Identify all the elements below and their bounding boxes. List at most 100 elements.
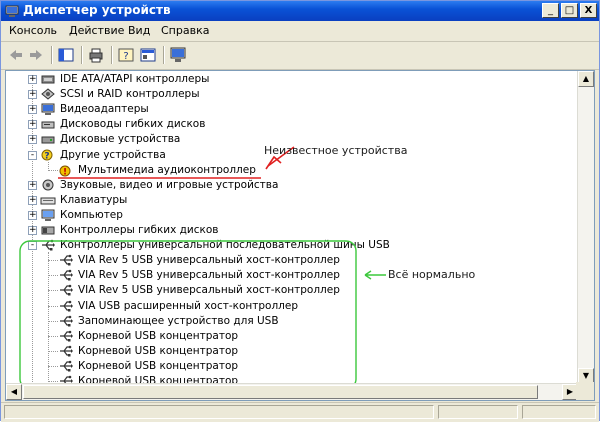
usb-connector bbox=[48, 252, 49, 381]
computer-scan-icon[interactable] bbox=[169, 46, 187, 64]
unknown-device-note: Неизвестное устройства bbox=[264, 144, 408, 157]
tree-device-row[interactable]: VIA Rev 5 USB универсальный хост-контрол… bbox=[6, 268, 566, 283]
tree-device-row[interactable]: Корневой USB концентратор bbox=[6, 359, 566, 374]
forward-arrow-icon[interactable] bbox=[27, 46, 45, 64]
menu-action[interactable]: Действие bbox=[69, 24, 124, 37]
tree-item-label: Другие устройства bbox=[60, 148, 166, 161]
collapse-toggle[interactable]: - bbox=[28, 241, 37, 251]
sound-device-icon bbox=[42, 179, 54, 191]
tree-item-label: Контроллеры гибких дисков bbox=[60, 224, 219, 236]
expand-toggle[interactable]: + bbox=[28, 210, 37, 220]
tree-branch-line bbox=[48, 290, 58, 292]
tree-device-row[interactable]: VIA USB расширенный хост-контроллер bbox=[6, 299, 566, 314]
title-bar[interactable]: Диспетчер устройств _ □ X bbox=[1, 1, 599, 21]
ide-controller-icon bbox=[41, 75, 55, 84]
keyboard-icon bbox=[40, 197, 56, 205]
tree-branch-line bbox=[48, 320, 58, 322]
tree-branch-line bbox=[48, 350, 58, 352]
expand-toggle[interactable]: + bbox=[28, 135, 37, 145]
usb-device-icon bbox=[60, 330, 73, 342]
tree-category-row[interactable]: + Дисководы гибких дисков bbox=[6, 117, 566, 132]
tree-category-row[interactable]: + Видеоадаптеры bbox=[6, 102, 566, 117]
expand-toggle[interactable]: + bbox=[28, 90, 37, 100]
tree-branch-line bbox=[48, 169, 58, 171]
tree-branch-line bbox=[48, 335, 58, 337]
scroll-left-button[interactable]: ◀ bbox=[6, 384, 22, 400]
minimize-button[interactable]: _ bbox=[542, 3, 559, 18]
back-arrow-icon[interactable] bbox=[7, 46, 25, 64]
horizontal-scroll-thumb[interactable] bbox=[23, 385, 538, 399]
tree-item-label: SCSI и RAID контроллеры bbox=[60, 88, 200, 101]
expand-toggle[interactable]: + bbox=[28, 195, 37, 205]
tree-category-row[interactable]: + SCSI и RAID контроллеры bbox=[6, 87, 566, 102]
toolbar-separator bbox=[81, 46, 83, 64]
horizontal-scrollbar[interactable]: ◀ ▶ bbox=[6, 383, 578, 400]
tree-category-row[interactable]: + Звуковые, видео и игровые устройства bbox=[6, 178, 566, 193]
toolbar-separator bbox=[163, 46, 165, 64]
tree-item-label: Корневой USB концентратор bbox=[78, 359, 239, 372]
print-icon[interactable] bbox=[87, 46, 105, 64]
menu-view[interactable]: Вид bbox=[128, 24, 150, 37]
menu-console[interactable]: Консоль bbox=[9, 24, 57, 37]
expand-toggle[interactable]: + bbox=[28, 105, 37, 115]
computer-icon bbox=[41, 209, 55, 221]
tree-device-row[interactable]: Запоминающее устройство для USB bbox=[6, 314, 566, 329]
collapse-toggle[interactable]: - bbox=[28, 150, 37, 160]
tree-item-label: VIA Rev 5 USB универсальный хост-контрол… bbox=[78, 254, 340, 267]
tree-item-label: Запоминающее устройство для USB bbox=[78, 314, 279, 327]
device-tree-pane[interactable]: + IDE ATA/ATAPI контроллеры + SCSI и RAID к… bbox=[5, 70, 595, 401]
tree-device-row[interactable]: Корневой USB концентратор bbox=[6, 344, 566, 359]
device-manager-window: Диспетчер устройств _ □ X Консоль Действ… bbox=[0, 0, 600, 422]
menu-bar: Консоль Действие Вид Справка bbox=[1, 21, 599, 42]
expand-toggle[interactable]: + bbox=[28, 120, 37, 130]
tree-branch-line bbox=[48, 260, 58, 262]
svg-text:?: ? bbox=[123, 51, 128, 62]
tree-item-label: Корневой USB концентратор bbox=[78, 344, 239, 357]
expand-toggle[interactable]: + bbox=[28, 226, 37, 235]
floppy-controller-icon bbox=[41, 226, 55, 235]
status-cell-3 bbox=[522, 405, 596, 419]
toolbar-separator bbox=[111, 46, 113, 64]
scsi-controller-icon bbox=[41, 88, 55, 100]
usb-device-icon bbox=[60, 269, 73, 281]
tree-category-row[interactable]: + Компьютер bbox=[6, 208, 566, 223]
status-cell-main bbox=[4, 405, 434, 419]
tree-category-row[interactable]: + IDE ATA/ATAPI контроллеры bbox=[6, 72, 566, 87]
expand-toggle[interactable]: + bbox=[28, 75, 37, 84]
other-devices-connector bbox=[48, 161, 49, 170]
tree-item-label: Видеоадаптеры bbox=[60, 103, 149, 116]
video-adapter-icon bbox=[41, 103, 55, 116]
expand-toggle[interactable]: + bbox=[28, 180, 37, 190]
tree-view-icon[interactable] bbox=[57, 46, 75, 64]
tree-device-row[interactable]: VIA Rev 5 USB универсальный хост-контрол… bbox=[6, 253, 566, 268]
tree-item-label: Дисководы гибких дисков bbox=[60, 118, 206, 131]
maximize-button[interactable]: □ bbox=[561, 3, 578, 18]
tree-device-row[interactable]: Корневой USB концентратор bbox=[6, 329, 566, 344]
tree-category-row[interactable]: + Клавиатуры bbox=[6, 193, 566, 208]
help-icon[interactable]: ? bbox=[117, 46, 135, 64]
floppy-drive-icon bbox=[41, 121, 55, 129]
unknown-device-category-icon: ? bbox=[41, 149, 53, 161]
tree-item-label: Клавиатуры bbox=[60, 193, 128, 206]
usb-device-icon bbox=[60, 315, 73, 327]
scroll-up-button[interactable]: ▲ bbox=[578, 71, 594, 87]
tree-branch-line bbox=[48, 275, 58, 277]
vertical-scrollbar[interactable]: ▲ ▼ bbox=[577, 71, 594, 384]
menu-help[interactable]: Справка bbox=[161, 24, 209, 37]
disk-drive-icon bbox=[41, 136, 55, 144]
window-title: Диспетчер устройств bbox=[23, 3, 171, 17]
tree-item-label: Контроллеры универсальной последовательн… bbox=[60, 239, 390, 252]
tree-item-label: Компьютер bbox=[60, 208, 123, 221]
close-button[interactable]: X bbox=[580, 3, 597, 18]
tree-item-label: VIA Rev 5 USB универсальный хост-контрол… bbox=[78, 284, 340, 297]
properties-icon[interactable] bbox=[139, 46, 157, 64]
tree-device-row[interactable]: ! Мультимедиа аудиоконтроллер bbox=[6, 163, 566, 178]
tree-item-label: Звуковые, видео и игровые устройства bbox=[60, 178, 279, 191]
usb-device-icon bbox=[60, 345, 73, 357]
usb-device-icon bbox=[60, 360, 73, 372]
tree-device-row[interactable]: VIA Rev 5 USB универсальный хост-контрол… bbox=[6, 283, 566, 298]
usb-controller-icon bbox=[42, 239, 55, 251]
tree-category-row[interactable]: + Контроллеры гибких дисков bbox=[6, 223, 566, 238]
status-cell-2 bbox=[438, 405, 518, 419]
tree-category-row[interactable]: - Контроллеры универсальной последователь… bbox=[6, 238, 566, 253]
